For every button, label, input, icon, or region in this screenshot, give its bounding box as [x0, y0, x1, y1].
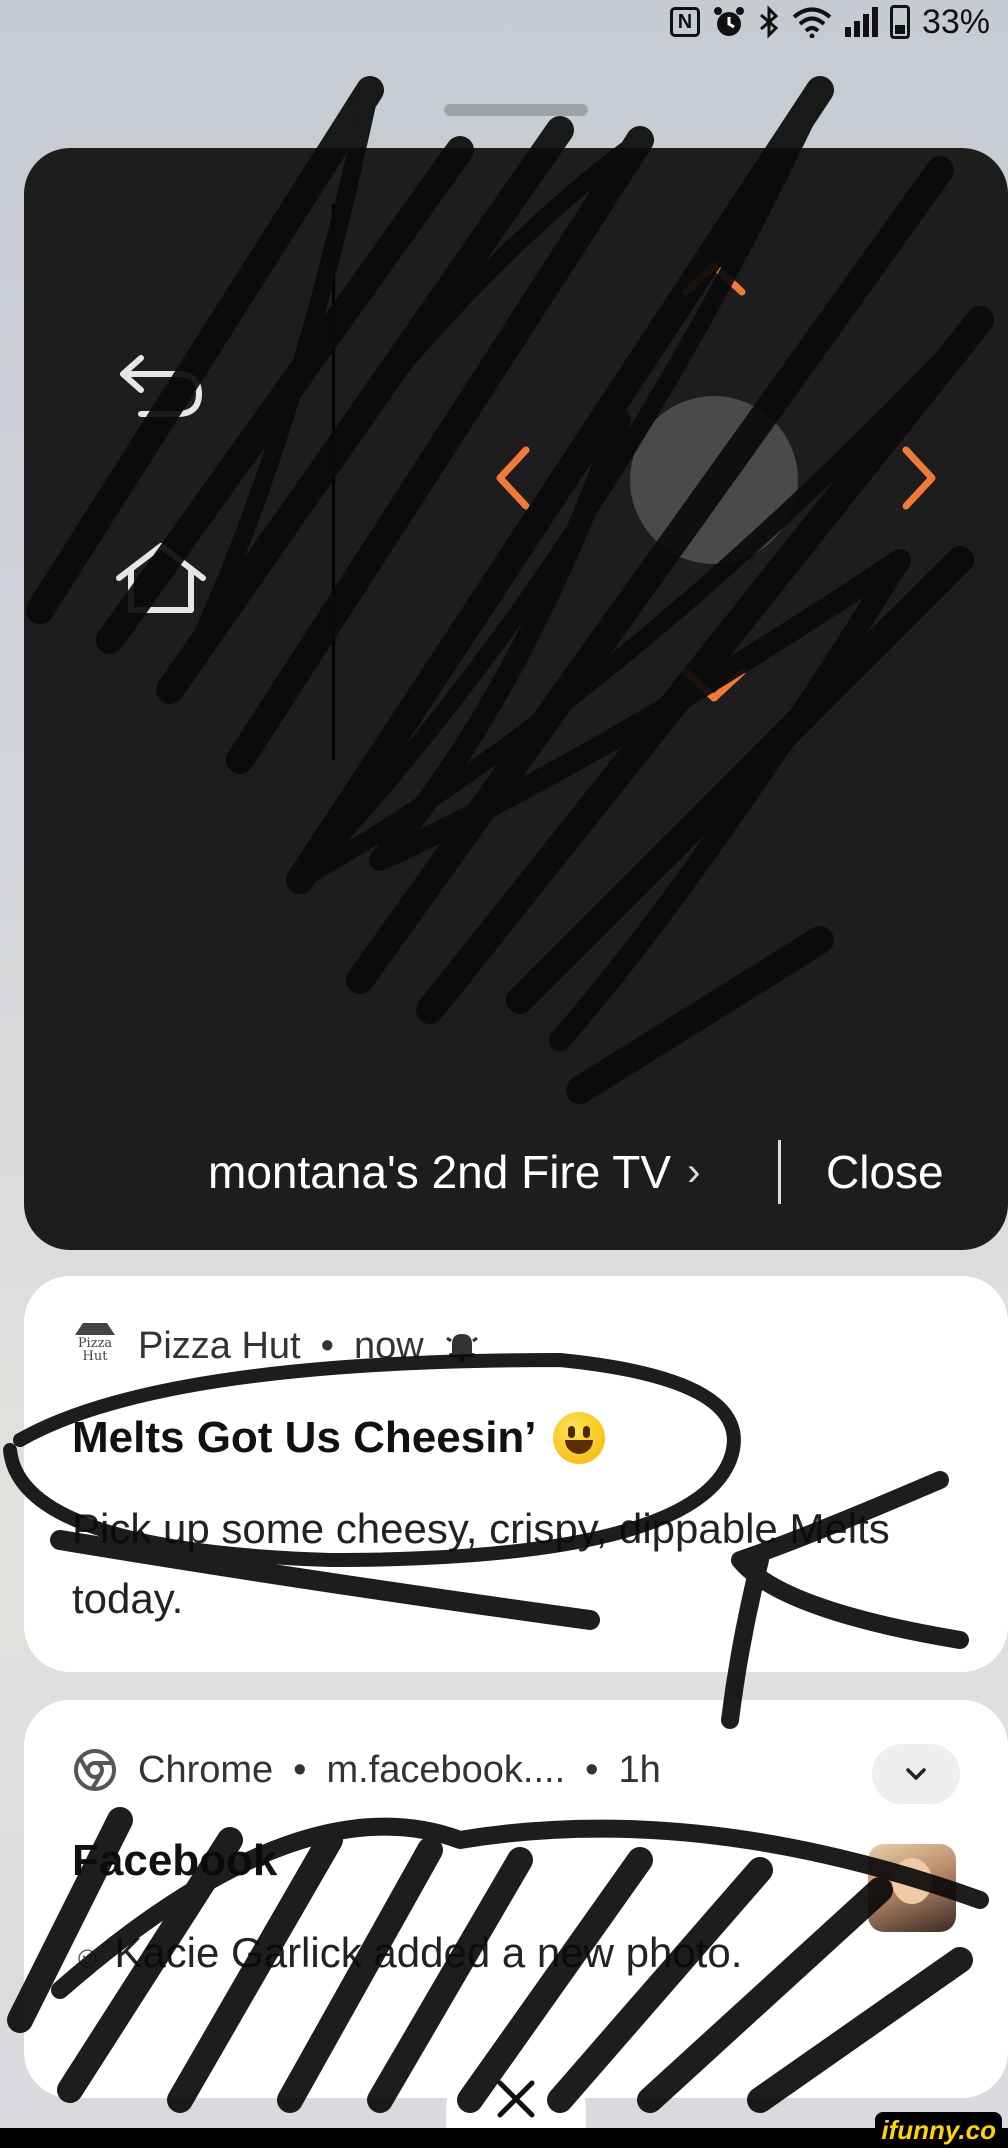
- arrow-down-icon: [682, 668, 746, 702]
- notification-pizza-hut[interactable]: Pizza Hut Pizza Hut • now Melts Got Us Ch…: [24, 1276, 1008, 1672]
- close-icon: [497, 2080, 535, 2118]
- pizza-hut-icon: Pizza Hut: [72, 1323, 118, 1369]
- status-bar: N 33%: [669, 0, 990, 44]
- notification-title: Facebook: [72, 1836, 277, 1886]
- battery-percent: 33%: [921, 2, 990, 41]
- source-url: m.facebook....: [326, 1748, 566, 1791]
- notification-body: ☺ Kacie Garlick added a new photo.: [72, 1918, 832, 1993]
- timestamp: 1h: [618, 1748, 661, 1791]
- notification-body-text: Kacie Garlick added a new photo.: [114, 1929, 743, 1976]
- chevron-right-icon: ›: [687, 1149, 701, 1194]
- signal-icon: [844, 7, 878, 37]
- drag-handle[interactable]: [444, 104, 588, 116]
- notification-header: Chrome • m.facebook.... • 1h: [72, 1746, 661, 1794]
- dpad-right-button[interactable]: [890, 440, 950, 516]
- expand-button[interactable]: [872, 1744, 960, 1804]
- watermark: ifunny.co: [875, 2112, 1002, 2148]
- remote-control-panel: montana's 2nd Fire TV › Close: [24, 148, 1008, 1250]
- home-icon: [116, 543, 206, 613]
- remote-footer: montana's 2nd Fire TV › Close: [24, 1124, 1008, 1220]
- alarm-icon: [712, 5, 746, 39]
- dpad-up-button[interactable]: [676, 248, 752, 308]
- footer-divider: [778, 1140, 781, 1204]
- arrow-right-icon: [902, 446, 936, 510]
- face-icon: ☺: [72, 1941, 103, 1974]
- chevron-down-icon: [906, 1768, 926, 1780]
- device-selector[interactable]: montana's 2nd Fire TV ›: [208, 1124, 700, 1220]
- notification-body: Pick up some cheesy, crispy, dippable Me…: [72, 1505, 890, 1622]
- dpad-down-button[interactable]: [676, 656, 752, 716]
- timestamp: now: [353, 1324, 424, 1367]
- notification-header: Pizza Hut Pizza Hut • now: [72, 1322, 480, 1370]
- watermark-bar: [0, 2128, 1008, 2148]
- app-name: Chrome: [138, 1748, 274, 1791]
- chrome-icon: [72, 1747, 118, 1793]
- dpad-select-button[interactable]: [630, 396, 798, 564]
- bell-icon: [444, 1328, 480, 1364]
- dpad-left-button[interactable]: [482, 440, 542, 516]
- home-button[interactable]: [106, 528, 216, 628]
- bluetooth-icon: [758, 5, 780, 39]
- close-button[interactable]: Close: [826, 1124, 944, 1220]
- battery-icon: [889, 5, 910, 39]
- back-icon: [120, 355, 203, 417]
- nfc-icon: N: [669, 7, 700, 37]
- divider: [332, 204, 335, 760]
- wifi-icon: [792, 6, 832, 38]
- arrow-left-icon: [496, 446, 530, 510]
- notification-title-text: Melts Got Us Cheesin’: [72, 1413, 537, 1462]
- separator: •: [293, 1748, 307, 1791]
- notification-chrome[interactable]: Chrome • m.facebook.... • 1h Facebook ☺ …: [24, 1700, 1008, 2098]
- notification-title: Melts Got Us Cheesin’: [72, 1412, 605, 1464]
- app-name: Pizza Hut: [138, 1324, 301, 1367]
- avatar: [868, 1844, 956, 1932]
- notification-title-text: Facebook: [72, 1836, 278, 1885]
- arrow-up-icon: [682, 262, 746, 296]
- grinning-face-icon: [552, 1412, 605, 1464]
- back-button[interactable]: [106, 334, 216, 434]
- device-name: montana's 2nd Fire TV: [208, 1146, 672, 1198]
- separator: •: [320, 1324, 334, 1367]
- separator: •: [585, 1748, 599, 1791]
